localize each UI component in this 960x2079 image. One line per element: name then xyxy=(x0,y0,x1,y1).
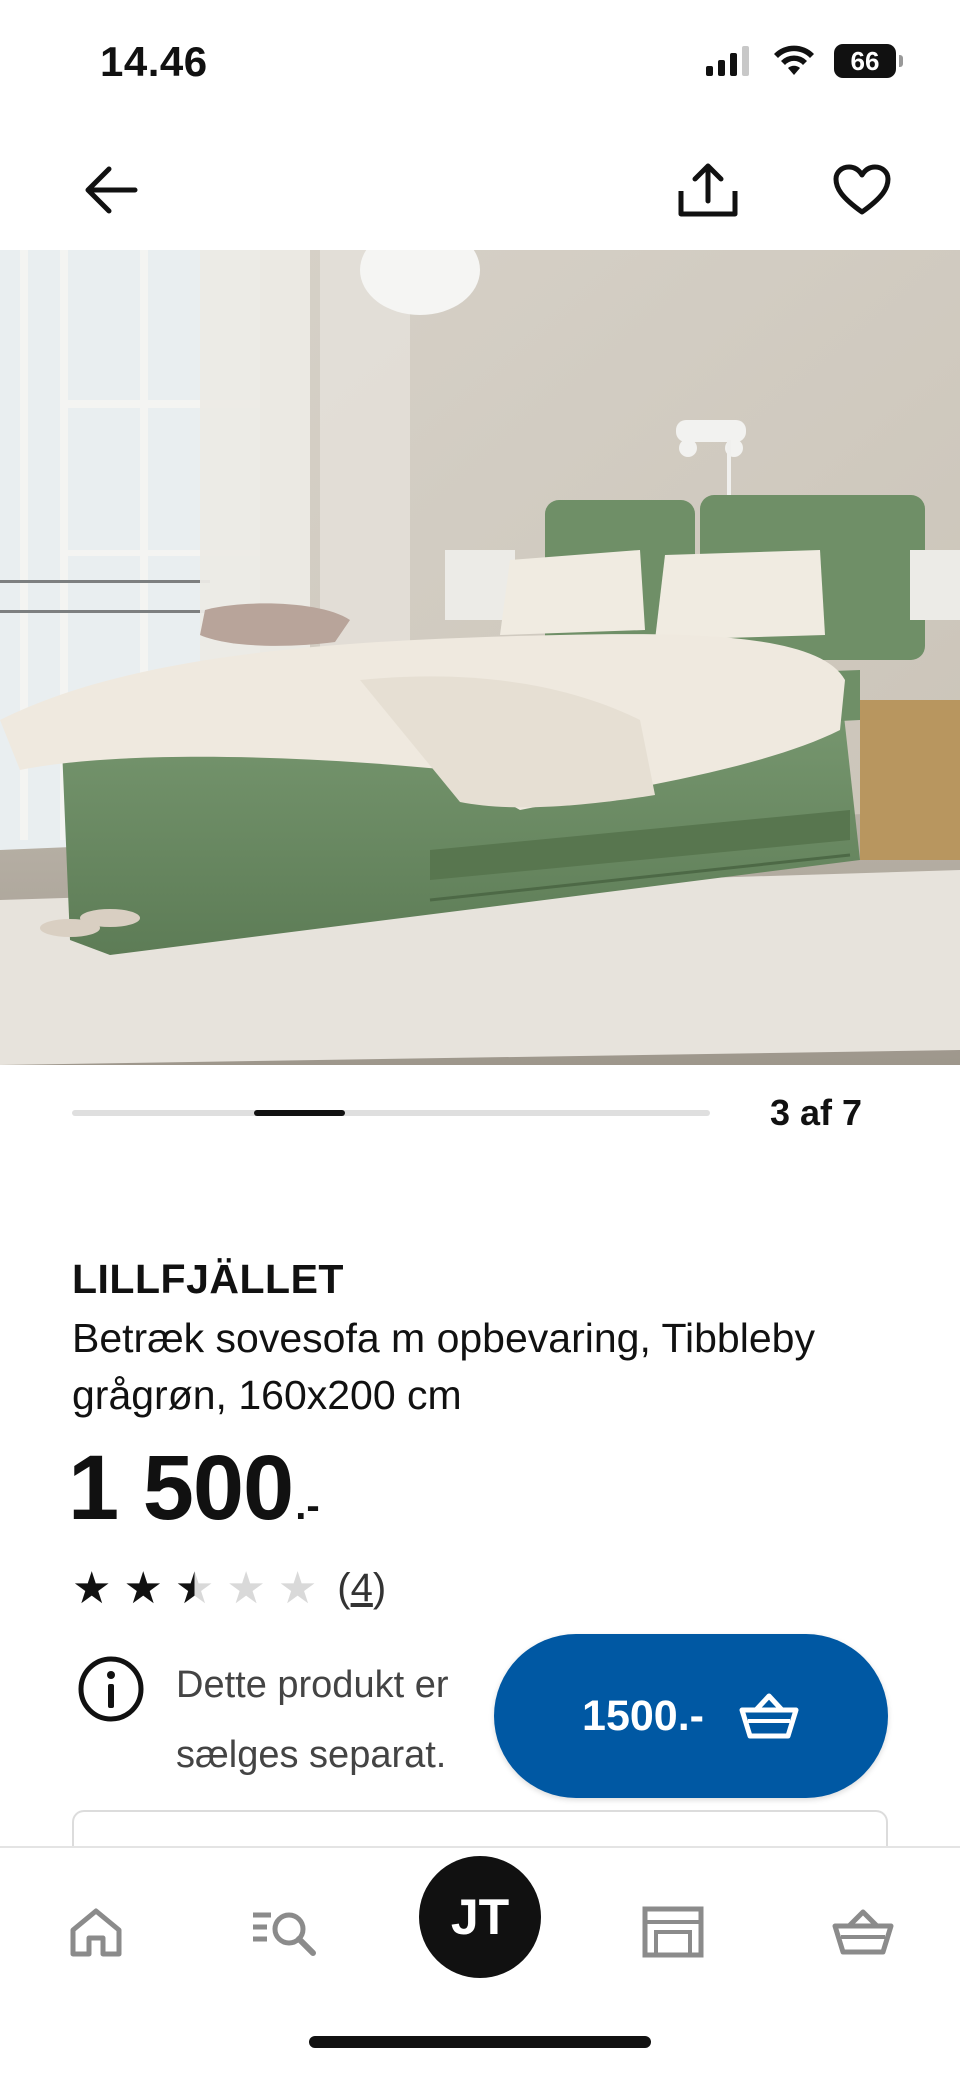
share-icon xyxy=(678,163,738,217)
profile-avatar[interactable]: JT xyxy=(419,1856,541,1978)
star-empty-icon: ★ xyxy=(277,1563,318,1613)
favorite-button[interactable] xyxy=(822,150,902,230)
search-list-icon xyxy=(253,1912,316,1956)
add-to-cart-label: 1500.- xyxy=(582,1691,704,1740)
review-count-link[interactable]: 4 xyxy=(351,1566,373,1610)
bed-photo-illustration xyxy=(0,250,960,1065)
product-price: 1 500 .- xyxy=(68,1436,320,1541)
battery-indicator: 66 xyxy=(834,44,903,78)
cellular-signal-icon xyxy=(706,46,749,76)
nav-stores[interactable] xyxy=(640,1902,706,1962)
star-half-icon: ★ xyxy=(174,1563,215,1613)
carousel-counter: 3 af 7 xyxy=(769,1092,862,1133)
add-to-cart-button[interactable]: 1500.- xyxy=(494,1634,888,1798)
content-card-edge xyxy=(72,1810,888,1850)
product-description: Betræk sovesofa m opbevaring, Tibbleby g… xyxy=(72,1315,815,1418)
carousel-progress-thumb xyxy=(254,1110,346,1116)
share-button[interactable] xyxy=(668,150,748,230)
heart-icon xyxy=(833,164,891,215)
nav-basket[interactable] xyxy=(830,1902,896,1962)
carousel-progress xyxy=(72,1110,710,1116)
price-integer: 1 500 xyxy=(68,1437,294,1539)
status-time: 14.46 xyxy=(100,38,208,85)
status-icons: 66 xyxy=(706,44,903,78)
basket-icon xyxy=(739,1693,799,1739)
nav-home[interactable] xyxy=(64,1902,128,1962)
wifi-icon xyxy=(774,45,814,75)
review-count[interactable]: (4) xyxy=(337,1566,386,1611)
back-button[interactable] xyxy=(72,152,148,228)
nav-search[interactable] xyxy=(250,1902,322,1962)
home-indicator xyxy=(309,2036,651,2048)
star-icon: ★ xyxy=(123,1563,163,1613)
product-brand: LILLFJÄLLET xyxy=(72,1256,344,1302)
star-icon: ★ xyxy=(72,1563,112,1613)
basket-icon xyxy=(832,1909,894,1955)
store-icon xyxy=(642,1906,704,1958)
price-decimal: .- xyxy=(295,1484,320,1528)
arrow-left-icon xyxy=(85,166,138,214)
top-navigation xyxy=(0,130,960,250)
rating[interactable]: ★ ★ ★ ★ ★ (4) xyxy=(72,1566,386,1611)
status-bar: 14.46 66 xyxy=(0,0,960,130)
product-image[interactable] xyxy=(0,250,960,1065)
star-empty-icon: ★ xyxy=(226,1563,266,1613)
info-icon xyxy=(78,1656,144,1722)
home-icon xyxy=(70,1908,122,1957)
